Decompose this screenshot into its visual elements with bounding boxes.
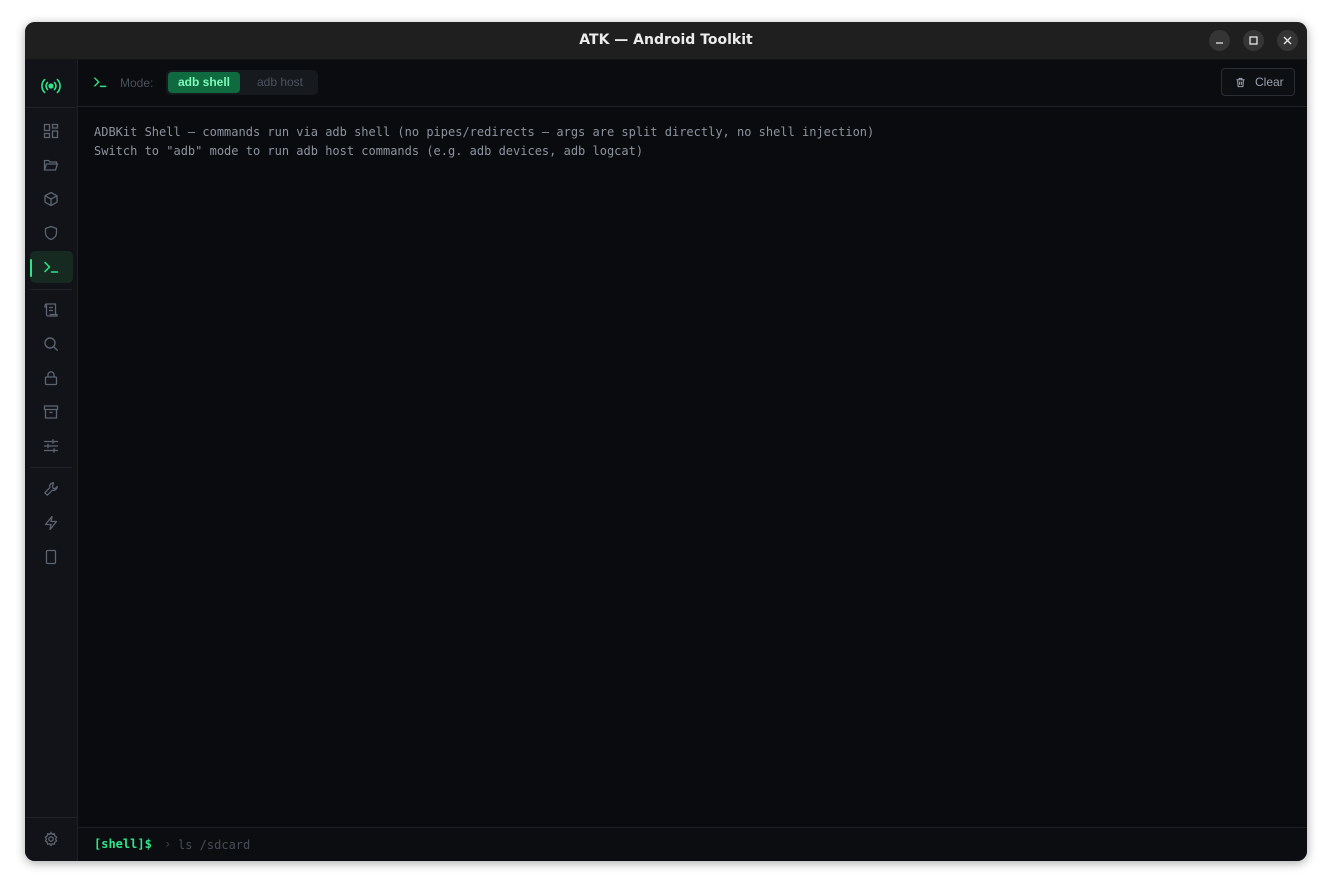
sidebar-divider: [25, 817, 77, 818]
sidebar: [25, 60, 78, 861]
search-icon: [44, 337, 58, 351]
mode-switcher: adb shell adb host: [166, 70, 318, 95]
shield-icon: [44, 225, 58, 241]
sidebar-item-flash[interactable]: [30, 507, 73, 539]
sidebar-divider: [30, 289, 72, 290]
sidebar-item-device[interactable]: [30, 541, 73, 573]
mode-adb-host-button[interactable]: adb host: [246, 72, 314, 93]
toolbar: Mode: adb shell adb host Clear: [78, 60, 1307, 107]
sidebar-item-files[interactable]: [30, 149, 73, 181]
maximize-button[interactable]: [1243, 30, 1264, 51]
maximize-icon: [1249, 36, 1258, 45]
app-logo: [39, 74, 63, 98]
shell-prompt: [shell]$: [94, 837, 152, 851]
sidebar-item-backup[interactable]: [30, 396, 73, 428]
sidebar-item-tools[interactable]: [30, 473, 73, 505]
sidebar-divider: [25, 107, 77, 108]
sliders-icon: [43, 439, 59, 453]
terminal-icon: [44, 261, 59, 273]
sidebar-item-lock[interactable]: [30, 362, 73, 394]
mode-label: Mode:: [120, 76, 154, 90]
sidebar-item-security[interactable]: [30, 217, 73, 249]
sidebar-item-shell[interactable]: [30, 251, 73, 283]
zap-icon: [44, 515, 58, 531]
command-bar: [shell]$ ›: [78, 827, 1307, 861]
archive-icon: [43, 405, 59, 419]
mode-adb-shell-button[interactable]: adb shell: [168, 72, 240, 93]
sidebar-item-logs[interactable]: [30, 294, 73, 326]
sidebar-divider: [30, 467, 72, 468]
scroll-icon: [44, 303, 58, 317]
minimize-icon: [1216, 42, 1223, 44]
sidebar-item-search[interactable]: [30, 328, 73, 360]
settings-icon: [44, 831, 58, 847]
smartphone-icon: [45, 549, 57, 565]
output-line: ADBKit Shell — commands run via adb shel…: [94, 125, 875, 139]
minimize-button[interactable]: [1209, 30, 1230, 51]
command-input[interactable]: [178, 834, 1278, 856]
app-window: ATK — Android Toolkit Mode: adb shell ad…: [25, 22, 1307, 861]
terminal-icon: [94, 77, 107, 88]
clear-button-label: Clear: [1255, 75, 1284, 89]
radio-signal-icon: [41, 78, 61, 94]
sidebar-item-packages[interactable]: [30, 183, 73, 215]
prompt-chevron: ›: [164, 837, 172, 851]
lock-icon: [44, 371, 58, 386]
close-button[interactable]: [1277, 30, 1298, 51]
title-bar: ATK — Android Toolkit: [25, 22, 1307, 60]
wrench-icon: [44, 482, 58, 496]
trash-icon: [1236, 77, 1245, 88]
folder-icon: [43, 159, 59, 171]
clear-button[interactable]: Clear: [1221, 68, 1295, 96]
output-line: Switch to "adb" mode to run adb host com…: [94, 144, 644, 158]
sidebar-item-dashboard[interactable]: [30, 115, 73, 147]
shell-output: ADBKit Shell — commands run via adb shel…: [78, 107, 1307, 826]
sidebar-item-settings[interactable]: [30, 823, 73, 855]
window-title: ATK — Android Toolkit: [579, 32, 753, 48]
sidebar-item-tweaks[interactable]: [30, 430, 73, 462]
package-icon: [44, 191, 58, 207]
dashboard-icon: [43, 123, 59, 139]
close-icon: [1283, 36, 1292, 45]
